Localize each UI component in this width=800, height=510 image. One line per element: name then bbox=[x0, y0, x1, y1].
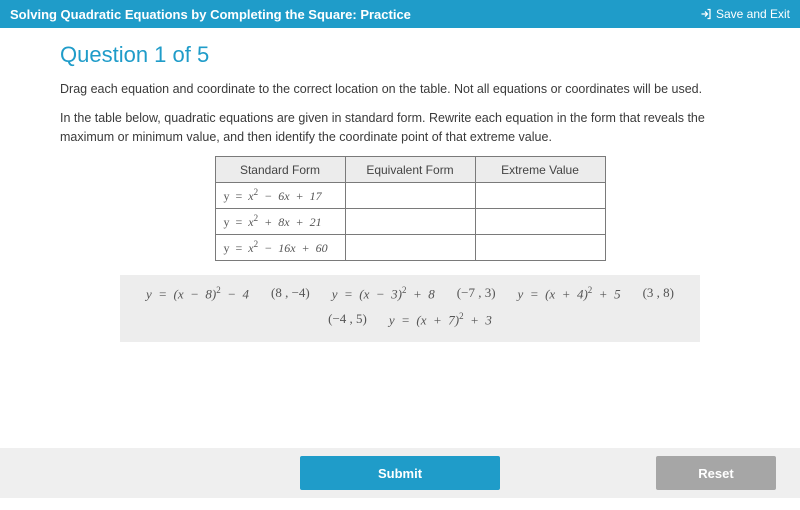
table-row: y = x2 + 8x + 21 bbox=[215, 209, 605, 235]
save-and-exit-button[interactable]: Save and Exit bbox=[700, 7, 790, 21]
instruction-line-1: Drag each equation and coordinate to the… bbox=[60, 80, 760, 99]
page-title: Solving Quadratic Equations by Completin… bbox=[10, 7, 411, 22]
submit-button[interactable]: Submit bbox=[300, 456, 500, 490]
reset-button[interactable]: Reset bbox=[656, 456, 776, 490]
footer-bar: Submit Reset bbox=[0, 448, 800, 498]
drop-equivalent-1[interactable] bbox=[345, 183, 475, 209]
top-bar: Solving Quadratic Equations by Completin… bbox=[0, 0, 800, 28]
tile-eq-4[interactable]: y = (x + 7)2 + 3 bbox=[389, 311, 492, 328]
col-extreme-value: Extreme Value bbox=[475, 157, 605, 183]
tile-eq-1[interactable]: y = (x − 8)2 − 4 bbox=[146, 285, 249, 302]
table-row: y = x2 − 16x + 60 bbox=[215, 235, 605, 261]
drop-extreme-1[interactable] bbox=[475, 183, 605, 209]
exit-icon bbox=[700, 8, 712, 20]
drop-equivalent-2[interactable] bbox=[345, 209, 475, 235]
col-standard-form: Standard Form bbox=[215, 157, 345, 183]
question-content: Question 1 of 5 Drag each equation and c… bbox=[0, 28, 800, 342]
equation-table-wrap: Standard Form Equivalent Form Extreme Va… bbox=[60, 156, 760, 261]
instruction-line-2: In the table below, quadratic equations … bbox=[60, 109, 760, 147]
table-header-row: Standard Form Equivalent Form Extreme Va… bbox=[215, 157, 605, 183]
drop-extreme-3[interactable] bbox=[475, 235, 605, 261]
draggable-tiles-tray: y = (x − 8)2 − 4 (8 , −4) y = (x − 3)2 +… bbox=[120, 275, 700, 342]
drop-equivalent-3[interactable] bbox=[345, 235, 475, 261]
cell-standard-3: y = x2 − 16x + 60 bbox=[215, 235, 345, 261]
tile-eq-3[interactable]: y = (x + 4)2 + 5 bbox=[518, 285, 621, 302]
cell-standard-2: y = x2 + 8x + 21 bbox=[215, 209, 345, 235]
tile-coord-2[interactable]: (−7 , 3) bbox=[457, 285, 496, 302]
drop-extreme-2[interactable] bbox=[475, 209, 605, 235]
tile-coord-4[interactable]: (−4 , 5) bbox=[328, 311, 367, 328]
save-and-exit-label: Save and Exit bbox=[716, 7, 790, 21]
cell-standard-1: y = x2 − 6x + 17 bbox=[215, 183, 345, 209]
tile-eq-2[interactable]: y = (x − 3)2 + 8 bbox=[332, 285, 435, 302]
question-counter: Question 1 of 5 bbox=[60, 42, 760, 68]
tile-coord-3[interactable]: (3 , 8) bbox=[643, 285, 674, 302]
tile-coord-1[interactable]: (8 , −4) bbox=[271, 285, 310, 302]
equation-table: Standard Form Equivalent Form Extreme Va… bbox=[215, 156, 606, 261]
col-equivalent-form: Equivalent Form bbox=[345, 157, 475, 183]
table-row: y = x2 − 6x + 17 bbox=[215, 183, 605, 209]
